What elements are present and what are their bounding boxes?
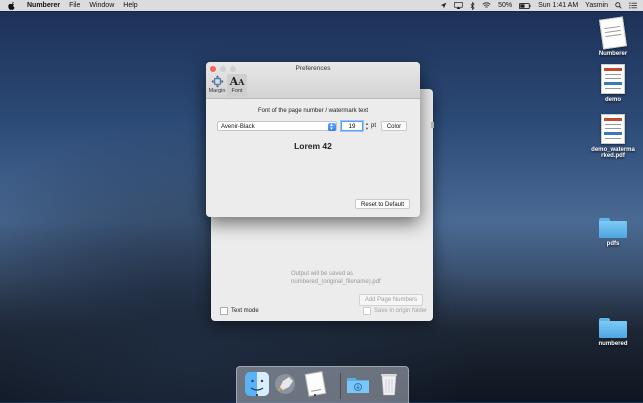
document-icon <box>599 16 627 50</box>
dock <box>236 366 409 403</box>
running-indicator <box>256 394 258 396</box>
window-title: Preferences <box>295 65 331 72</box>
downloads-folder-icon <box>347 378 369 393</box>
desktop-icon-label: numbered <box>598 341 628 347</box>
airplay-icon[interactable] <box>454 2 463 9</box>
text-mode-checkbox[interactable]: Text mode <box>220 307 259 315</box>
battery-icon[interactable] <box>519 2 531 9</box>
color-button[interactable]: Color <box>381 121 407 131</box>
output-info: Output will be saved as numbered_(origin… <box>291 270 381 286</box>
desktop-icon-label: demo_watermarked.pdf <box>591 147 635 159</box>
pdf-document-icon <box>601 64 625 94</box>
desktop-icon-demo-watermarked[interactable]: demo_watermarked.pdf <box>585 114 641 159</box>
menu-help[interactable]: Help <box>123 2 137 9</box>
margin-arrows-icon <box>210 75 224 88</box>
clock[interactable]: Sun 1:41 AM <box>538 2 578 9</box>
checkbox[interactable] <box>363 307 371 315</box>
notification-center-icon[interactable] <box>629 2 637 9</box>
desktop-icon-label: demo <box>604 97 621 103</box>
font-select-value: Avenir-Black <box>221 124 255 130</box>
folder-icon <box>599 218 627 238</box>
user-name[interactable]: Yasmin <box>585 2 608 9</box>
desktop-icon-numbered[interactable]: numbered <box>585 318 641 347</box>
location-arrow-icon[interactable] <box>440 2 447 9</box>
bluetooth-icon[interactable] <box>470 1 475 10</box>
tab-font-label: Font <box>231 88 243 94</box>
dock-numberer[interactable] <box>302 371 328 397</box>
text-mode-label: Text mode <box>231 308 259 314</box>
output-line-2: numbered_(original_filename).pdf <box>291 279 381 285</box>
reset-to-default-button[interactable]: Reset to Default <box>355 199 410 209</box>
dock-downloads-folder[interactable] <box>345 371 371 397</box>
desktop-icon-pdfs[interactable]: pdfs <box>585 218 641 247</box>
tab-margin[interactable]: Margin <box>207 74 227 94</box>
font-size-field[interactable]: 19 <box>341 121 363 131</box>
menu-bar: Numberer File Window Help 50% Sun 1:41 A… <box>0 0 643 11</box>
add-page-numbers-button[interactable]: Add Page Numbers <box>359 294 423 306</box>
title-bar: Preferences Margin AA Font <box>206 62 420 99</box>
output-line-1: Output will be saved as <box>291 271 354 277</box>
dock-separator <box>340 373 341 399</box>
save-in-origin-checkbox[interactable]: Save in origin folder <box>363 307 427 315</box>
spotlight-search-icon[interactable] <box>615 2 622 9</box>
desktop-icon-label: Numberer <box>598 51 628 57</box>
menu-window[interactable]: Window <box>89 2 114 9</box>
app-menu[interactable]: Numberer <box>27 2 60 9</box>
font-size-unit: pt <box>371 123 377 129</box>
wifi-icon[interactable] <box>482 2 491 9</box>
running-indicator <box>314 394 316 396</box>
tab-margin-label: Margin <box>208 88 226 94</box>
pdf-document-icon <box>601 114 625 144</box>
desktop-icon-demo[interactable]: demo <box>585 64 641 103</box>
font-section-title: Font of the page number / watermark text <box>257 108 369 114</box>
dock-finder[interactable] <box>244 371 270 397</box>
tab-font[interactable]: AA Font <box>227 74 247 97</box>
font-select[interactable]: Avenir-Black ▴ ▾ <box>217 121 337 131</box>
save-in-origin-label: Save in origin folder <box>374 308 428 314</box>
dock-trash[interactable] <box>376 371 402 397</box>
font-aa-icon: AA <box>229 74 245 88</box>
battery-percent[interactable]: 50% <box>498 2 512 9</box>
dock-launchpad[interactable] <box>272 371 298 397</box>
font-preview: Lorem 42 <box>294 141 332 151</box>
trash-icon <box>381 374 397 396</box>
window-edge-control <box>431 122 434 128</box>
desktop-icon-numberer[interactable]: Numberer <box>585 16 641 57</box>
desktop-icon-label: pdfs <box>606 241 620 247</box>
rocket-icon <box>273 372 297 396</box>
folder-icon <box>599 318 627 338</box>
select-arrows-icon[interactable]: ▴ ▾ <box>327 122 336 131</box>
preferences-window: Preferences Margin AA Font Font of the p… <box>206 62 420 217</box>
checkbox[interactable] <box>220 307 228 315</box>
menu-file[interactable]: File <box>69 2 80 9</box>
apple-icon[interactable] <box>8 1 16 10</box>
font-size-stepper[interactable]: ▲ ▼ <box>365 121 369 131</box>
